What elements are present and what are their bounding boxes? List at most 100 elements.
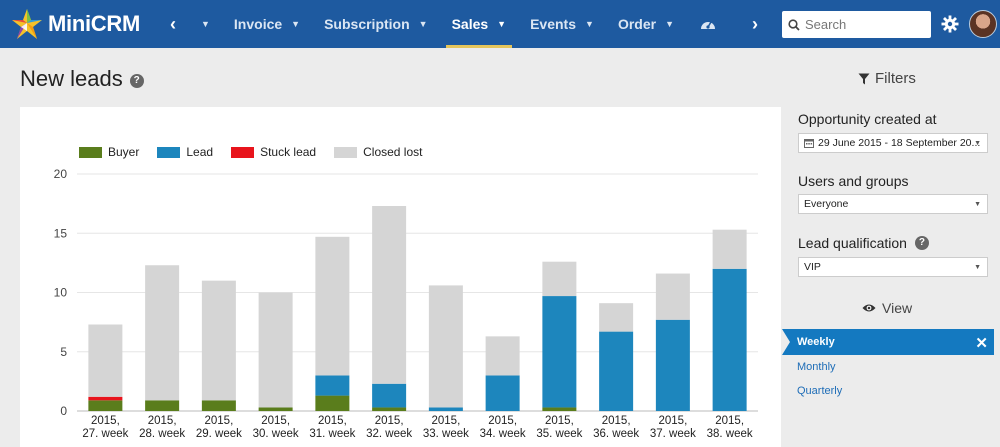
bar-segment[interactable] [315, 375, 350, 396]
x-tick-label: 36. week [593, 428, 639, 440]
x-tick-label: 2015, [91, 415, 120, 427]
lead-qualification-label-row: Lead qualification ? [798, 235, 929, 251]
x-tick-label: 38. week [707, 428, 753, 440]
users-groups-label: Users and groups [798, 173, 909, 189]
y-tick-label: 0 [60, 404, 67, 418]
close-icon[interactable]: ✕ [975, 334, 988, 352]
bar-segment[interactable] [428, 407, 463, 411]
view-option-monthly[interactable]: Monthly [797, 361, 836, 373]
bar-segment[interactable] [372, 383, 407, 408]
filters-heading[interactable]: Filters [858, 70, 916, 87]
x-tick-label: 33. week [423, 428, 469, 440]
users-groups-value: Everyone [804, 198, 849, 210]
bar-segment[interactable] [88, 396, 123, 401]
x-tick-label: 2015, [715, 415, 744, 427]
x-tick-label: 32. week [366, 428, 412, 440]
bar-segment[interactable] [88, 400, 123, 411]
view-option-quarterly[interactable]: Quarterly [797, 385, 842, 397]
nav-item-invoice[interactable]: Invoice ▼ [222, 0, 312, 48]
help-icon[interactable]: ? [129, 73, 144, 88]
gear-icon[interactable] [941, 15, 959, 33]
bar-segment[interactable] [655, 319, 690, 411]
view-active-label: Weekly [797, 336, 835, 348]
nav-item-label: Sales [451, 16, 489, 32]
filter-funnel-icon [858, 73, 870, 84]
bar-segment[interactable] [201, 280, 236, 401]
nav-prev-button[interactable]: ‹ [160, 14, 186, 35]
bar-segment[interactable] [599, 303, 634, 332]
star-logo-icon [12, 9, 42, 39]
bar-segment[interactable] [542, 261, 577, 297]
top-navigation-bar: MiniCRM ‹ ▼ Invoice ▼ Subscription ▼ Sales… [0, 0, 1000, 48]
view-option-weekly[interactable]: Weekly ✕ [782, 329, 994, 355]
x-tick-label: 2015, [488, 415, 517, 427]
x-tick-label: 2015, [261, 415, 290, 427]
users-groups-select[interactable]: Everyone ▼ [798, 194, 988, 214]
x-tick-label: 31. week [309, 428, 355, 440]
opportunity-date-range-value: 29 June 2015 - 18 September 20... [818, 137, 981, 149]
opportunity-created-label: Opportunity created at [798, 111, 937, 127]
x-tick-label: 2015, [375, 415, 404, 427]
caret-down-icon: ▼ [291, 19, 301, 29]
dropdown-arrow-icon: ▼ [974, 264, 981, 271]
x-tick-label: 34. week [480, 428, 526, 440]
caret-down-icon: ▼ [585, 19, 594, 29]
dropdown-arrow-icon: ▼ [974, 201, 981, 208]
lead-qualification-select[interactable]: VIP ▼ [798, 257, 988, 277]
bar-segment[interactable] [372, 205, 407, 384]
bar-segment[interactable] [145, 400, 180, 411]
bar-segment[interactable] [201, 400, 236, 411]
bar-segment[interactable] [372, 407, 407, 411]
app-name: MiniCRM [48, 11, 140, 36]
nav-item-label: Events [530, 16, 577, 32]
bar-segment[interactable] [315, 236, 350, 376]
search-box[interactable] [782, 11, 931, 38]
bar-segment[interactable] [542, 296, 577, 408]
bar-segment[interactable] [712, 268, 747, 411]
page-title-row: New leads ? [20, 66, 144, 92]
caret-down-icon: ▼ [665, 19, 674, 29]
lead-qualification-label: Lead qualification [798, 235, 907, 251]
nav-item-subscription[interactable]: Subscription ▼ [312, 0, 439, 48]
nav-menu-button[interactable]: ▼ [186, 0, 222, 48]
bar-segment[interactable] [655, 273, 690, 320]
nav-next-button[interactable]: › [742, 14, 768, 35]
bar-segment[interactable] [315, 395, 350, 411]
bar-segment[interactable] [485, 375, 520, 411]
nav-item-label: Subscription [324, 16, 410, 32]
user-avatar[interactable] [969, 10, 997, 38]
bar-segment[interactable] [428, 285, 463, 408]
caret-down-icon: ▼ [497, 19, 507, 29]
eye-icon [862, 304, 876, 312]
bar-segment[interactable] [599, 331, 634, 411]
x-tick-label: 28. week [139, 428, 185, 440]
caret-down-icon: ▼ [418, 19, 428, 29]
bar-segment[interactable] [145, 265, 180, 401]
nav-item-label: Order [617, 16, 657, 32]
nav-item-events[interactable]: Events ▼ [518, 0, 606, 48]
search-icon [788, 18, 800, 31]
x-tick-label: 35. week [536, 428, 582, 440]
app-logo[interactable]: MiniCRM [0, 0, 160, 48]
x-tick-label: 2015, [318, 415, 347, 427]
dropdown-arrow-icon: ▼ [974, 140, 981, 147]
nav-item-order[interactable]: Order ▼ [606, 0, 686, 48]
y-tick-label: 20 [54, 167, 68, 181]
bar-segment[interactable] [485, 336, 520, 376]
x-tick-label: 2015, [602, 415, 631, 427]
search-input[interactable] [805, 17, 915, 32]
nav-item-sales[interactable]: Sales ▼ [440, 0, 519, 48]
x-tick-label: 2015, [148, 415, 177, 427]
bar-segment[interactable] [88, 324, 123, 397]
bar-segment[interactable] [258, 407, 293, 411]
chart-panel: Buyer Lead Stuck lead Closed lost 0 5 10 15… [20, 107, 781, 447]
nav-item-dashboard[interactable] [686, 0, 730, 48]
y-tick-label: 5 [60, 345, 67, 359]
opportunity-date-range-select[interactable]: 29 June 2015 - 18 September 20... ▼ [798, 133, 988, 153]
x-tick-label: 29. week [196, 428, 242, 440]
bar-segment[interactable] [712, 229, 747, 269]
bar-segment[interactable] [258, 292, 293, 408]
help-icon[interactable]: ? [914, 236, 929, 250]
x-tick-label: 30. week [253, 428, 299, 440]
bar-segment[interactable] [542, 407, 577, 411]
